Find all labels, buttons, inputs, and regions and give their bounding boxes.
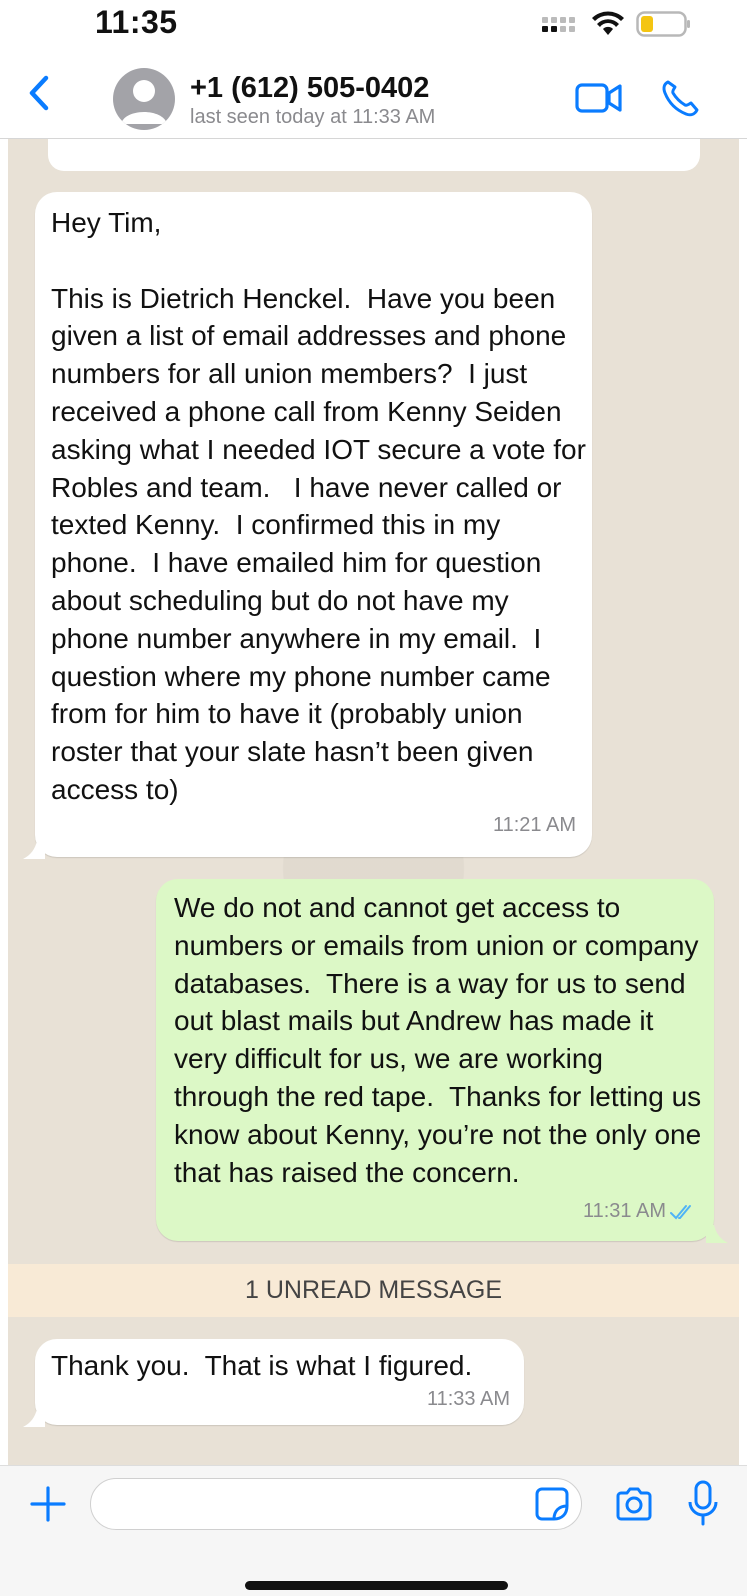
message-timestamp: 11:31 AM — [583, 1193, 698, 1231]
microphone-icon[interactable] — [688, 1480, 718, 1526]
message-text: We do not and cannot get access to numbe… — [174, 892, 709, 1188]
contact-name[interactable]: +1 (612) 505-0402 — [190, 72, 429, 105]
message-bubble-outgoing[interactable]: We do not and cannot get access to numbe… — [156, 879, 714, 1241]
message-bubble-incoming[interactable]: Hey Tim, This is Dietrich Henckel. Have … — [35, 192, 592, 857]
home-indicator[interactable] — [245, 1581, 508, 1590]
phone-call-icon[interactable] — [660, 78, 700, 118]
back-chevron-icon[interactable] — [20, 68, 60, 118]
previous-message-bubble — [48, 139, 700, 171]
composer-bar — [0, 1465, 747, 1596]
bubble-tail — [706, 1225, 728, 1243]
battery-icon — [636, 11, 690, 37]
message-text: Thank you. That is what I figured. — [51, 1350, 473, 1381]
chat-background[interactable]: Hey Tim, This is Dietrich Henckel. Have … — [8, 139, 739, 1465]
contact-last-seen: last seen today at 11:33 AM — [190, 106, 436, 128]
unread-messages-banner: 1 UNREAD MESSAGE — [8, 1264, 739, 1317]
avatar-placeholder-icon — [121, 80, 167, 124]
wifi-icon — [592, 11, 624, 35]
bubble-tail — [23, 1409, 45, 1427]
message-timestamp: 11:33 AM — [426, 1388, 510, 1411]
avatar[interactable] — [113, 68, 175, 130]
video-call-icon[interactable] — [575, 80, 623, 116]
status-time: 11:35 — [95, 4, 178, 40]
message-text: Hey Tim, This is Dietrich Henckel. Have … — [51, 207, 586, 805]
bubble-tail — [23, 841, 45, 859]
camera-icon[interactable] — [614, 1484, 654, 1524]
double-check-icon — [670, 1205, 691, 1220]
cellular-signal-icon — [542, 17, 575, 32]
message-input[interactable] — [90, 1478, 582, 1530]
message-bubble-incoming[interactable]: Thank you. That is what I figured. 11:33… — [35, 1339, 524, 1425]
status-icons — [540, 10, 692, 38]
chat-header: +1 (612) 505-0402 last seen today at 11:… — [0, 50, 747, 139]
status-bar: 11:35 — [0, 0, 747, 50]
sticker-icon[interactable] — [534, 1486, 570, 1522]
message-time: 11:31 AM — [582, 1200, 666, 1223]
plus-icon[interactable] — [28, 1484, 68, 1524]
message-timestamp: 11:21 AM — [492, 814, 576, 837]
